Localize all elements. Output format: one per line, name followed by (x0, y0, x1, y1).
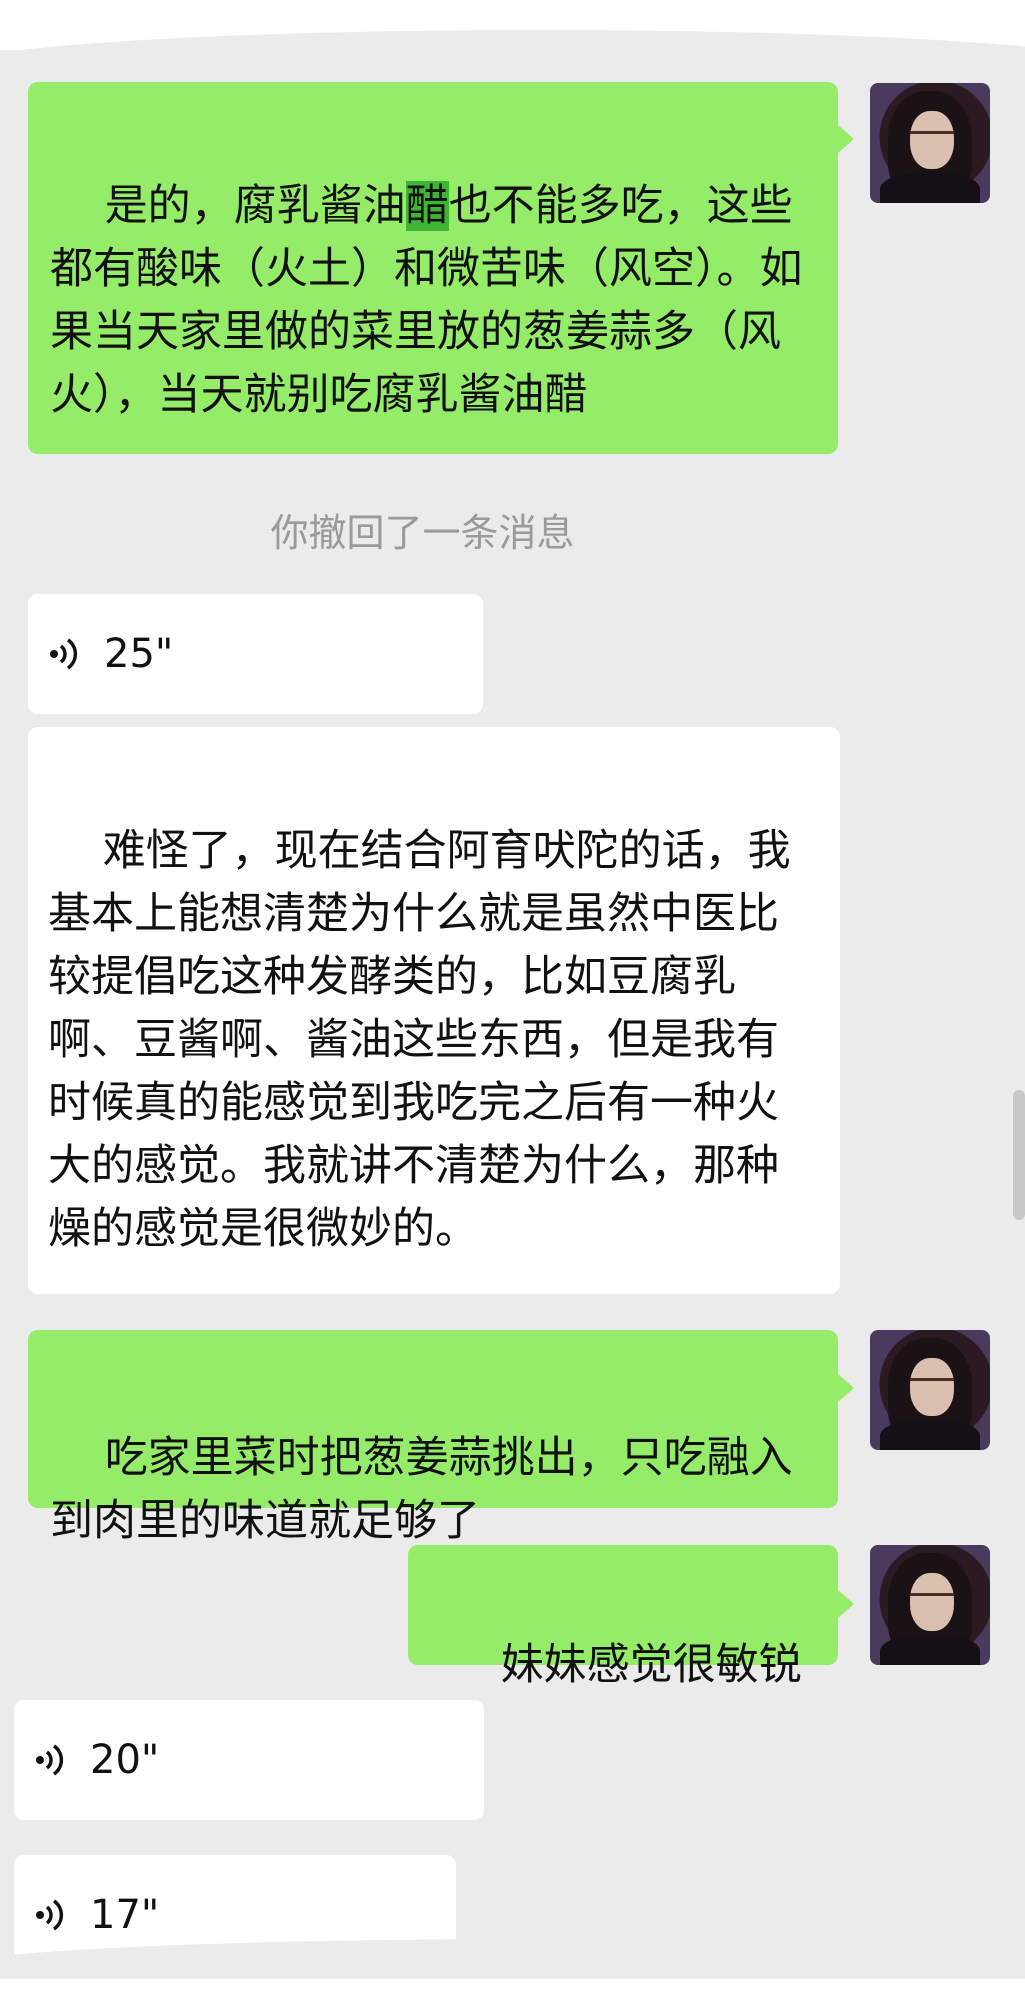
voice-message[interactable]: 25" (28, 594, 483, 714)
bubble-tail (838, 1590, 854, 1618)
avatar[interactable] (870, 83, 990, 203)
voice-duration: 20" (90, 1737, 160, 1783)
my-message-bubble[interactable]: 吃家里菜时把葱姜蒜挑出，只吃融入到肉里的味道就足够了 (28, 1330, 838, 1546)
bubble-tail (838, 1374, 854, 1402)
my-message-bubble[interactable]: 是的，腐乳酱油醋也不能多吃，这些都有酸味（火土）和微苦味（风空）。如果当天家里做… (28, 82, 838, 454)
avatar[interactable] (870, 1330, 990, 1450)
voice-duration: 17" (90, 1892, 160, 1938)
voice-wave-icon (46, 634, 86, 674)
voice-message[interactable]: 20" (14, 1700, 484, 1820)
bottom-edge (0, 1979, 1025, 2009)
voice-duration: 25" (104, 631, 174, 677)
scrollbar[interactable] (1013, 1090, 1025, 1220)
voice-wave-icon (32, 1740, 72, 1780)
avatar[interactable] (870, 1545, 990, 1665)
chat-screen: 是的，腐乳酱油醋也不能多吃，这些都有酸味（火土）和微苦味（风空）。如果当天家里做… (0, 0, 1025, 2009)
voice-wave-icon (32, 1895, 72, 1935)
message-text: 妹妹感觉很敏锐 (500, 1640, 802, 1690)
bubble-tail (838, 125, 854, 153)
message-text: 吃家里菜时把葱姜蒜挑出，只吃融入到肉里的味道就足够了 (50, 1433, 793, 1546)
other-message-bubble[interactable]: 难怪了，现在结合阿育吠陀的话，我基本上能想清楚为什么就是虽然中医比较提倡吃这种发… (28, 727, 840, 1294)
message-text: 难怪了，现在结合阿育吠陀的话，我基本上能想清楚为什么就是虽然中医比较提倡吃这种发… (48, 826, 791, 1254)
recall-notice: 你撤回了一条消息 (270, 511, 575, 555)
message-text: 是的，腐乳酱油 (104, 181, 406, 231)
my-message-bubble[interactable]: 妹妹感觉很敏锐 (408, 1545, 838, 1690)
selected-text: 醋 (405, 181, 449, 231)
